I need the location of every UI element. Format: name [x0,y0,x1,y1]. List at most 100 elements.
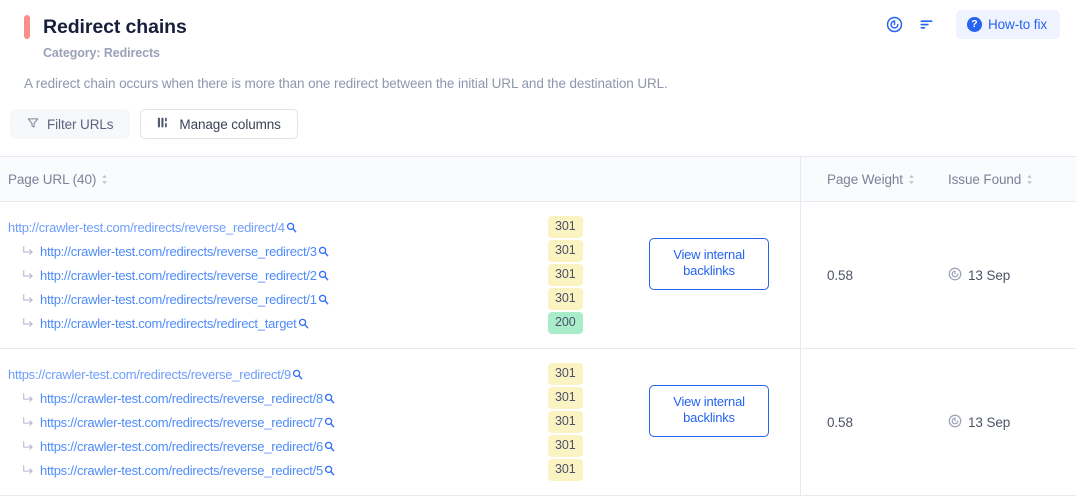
column-header-page-weight[interactable]: Page Weight [800,157,924,201]
chain-arrow-icon [22,464,34,476]
page-weight-cell: 0.58 [800,202,924,348]
status-code-list: 301 301 301 301 301 [548,362,618,482]
status-badge: 301 [548,240,583,262]
column-header-issue-found[interactable]: Issue Found [924,172,1076,187]
inspect-url-icon[interactable] [324,393,335,404]
issue-found-cell: 13 Sep [924,349,1076,495]
issue-found-date: 13 Sep [968,267,1011,283]
category-label: Category: Redirects [43,46,160,60]
page-url-link[interactable]: http://crawler-test.com/redirects/revers… [40,244,317,259]
status-badge: 301 [548,459,583,481]
status-code-cell: 301 [548,239,618,263]
inspect-url-icon[interactable] [292,369,303,380]
view-internal-backlinks-button[interactable]: View internal backlinks [649,238,769,290]
page-url-cell: https://crawler-test.com/redirects/rever… [0,349,800,495]
page-weight-cell: 0.58 [800,349,924,495]
status-code-cell: 301 [548,215,618,239]
page-header: Redirect chains Category: Redirects A re… [0,0,1076,91]
manage-columns-button[interactable]: Manage columns [140,109,298,139]
funnel-icon [27,117,39,132]
redirect-chain: https://crawler-test.com/redirects/rever… [8,362,548,482]
view-internal-backlinks-button[interactable]: View internal backlinks [649,385,769,437]
status-badge: 301 [548,216,583,238]
filter-urls-label: Filter URLs [47,116,114,132]
column-header-page-url[interactable]: Page URL (40) [0,172,800,187]
chain-arrow-icon [22,416,34,428]
page-title: Redirect chains [43,15,187,38]
page-url-link[interactable]: http://crawler-test.com/redirects/revers… [40,292,317,307]
table-row: https://crawler-test.com/redirects/rever… [0,349,1076,495]
crawl-spiral-icon[interactable] [879,11,911,39]
page-url-link[interactable]: https://crawler-test.com/redirects/rever… [40,463,323,478]
results-table: Page URL (40) Page Weight Issue Found ht… [0,156,1076,496]
redirect-chain-step: https://crawler-test.com/redirects/rever… [8,410,548,434]
page-url-link[interactable]: https://crawler-test.com/redirects/rever… [40,439,323,454]
page-url-link[interactable]: https://crawler-test.com/redirects/rever… [40,415,323,430]
sort-chevron-icon [1026,174,1033,185]
redirect-chain-step: http://crawler-test.com/redirects/revers… [8,287,548,311]
backlinks-cell: View internal backlinks [618,215,800,335]
page-url-cell: http://crawler-test.com/redirects/revers… [0,202,800,348]
header-actions: ? How-to fix [879,10,1060,39]
status-code-cell: 301 [548,386,618,410]
chain-arrow-icon [22,317,34,329]
sort-lines-icon[interactable] [911,11,943,39]
page-url-link[interactable]: http://crawler-test.com/redirects/redire… [40,316,297,331]
status-code-cell: 301 [548,458,618,482]
question-mark-icon: ? [966,17,982,32]
how-to-fix-label: How-to fix [987,17,1047,32]
inspect-url-icon[interactable] [318,294,329,305]
inspect-url-icon[interactable] [318,270,329,281]
status-badge: 301 [548,435,583,457]
redirect-chain-step: https://crawler-test.com/redirects/rever… [8,386,548,410]
page-url-link[interactable]: http://crawler-test.com/redirects/revers… [40,268,317,283]
table-toolbar: Filter URLs Manage columns [0,91,1076,139]
status-code-cell: 301 [548,434,618,458]
redirect-chain: http://crawler-test.com/redirects/revers… [8,215,548,335]
column-label-page-url: Page URL (40) [8,171,97,187]
status-badge: 301 [548,264,583,286]
issue-found-cell: 13 Sep [924,202,1076,348]
sort-chevron-icon [101,174,108,185]
inspect-url-icon[interactable] [324,417,335,428]
inspect-url-icon[interactable] [324,465,335,476]
filter-urls-button[interactable]: Filter URLs [10,109,131,139]
status-badge: 301 [548,288,583,310]
chain-arrow-icon [22,293,34,305]
redirect-chain-step: https://crawler-test.com/redirects/rever… [8,434,548,458]
status-badge: 301 [548,411,583,433]
status-code-cell: 200 [548,311,618,335]
redirect-chain-step: http://crawler-test.com/redirects/revers… [8,215,548,239]
page-url-link[interactable]: https://crawler-test.com/redirects/rever… [8,367,291,382]
table-body: http://crawler-test.com/redirects/revers… [0,202,1076,495]
status-code-cell: 301 [548,362,618,386]
inspect-url-icon[interactable] [318,246,329,257]
inspect-url-icon[interactable] [298,318,309,329]
chain-arrow-icon [22,245,34,257]
manage-columns-label: Manage columns [179,116,281,132]
status-badge: 301 [548,387,583,409]
table-header-row: Page URL (40) Page Weight Issue Found [0,157,1076,202]
chain-arrow-icon [22,269,34,281]
status-code-cell: 301 [548,410,618,434]
columns-icon [157,116,171,132]
backlinks-cell: View internal backlinks [618,362,800,482]
status-code-list: 301 301 301 301 200 [548,215,618,335]
redirect-chain-step: http://crawler-test.com/redirects/revers… [8,239,548,263]
redirect-chain-step: https://crawler-test.com/redirects/rever… [8,458,548,482]
how-to-fix-button[interactable]: ? How-to fix [955,10,1060,39]
chain-arrow-icon [22,392,34,404]
crawl-spiral-icon [948,267,962,284]
status-code-cell: 301 [548,263,618,287]
inspect-url-icon[interactable] [286,222,297,233]
inspect-url-icon[interactable] [324,441,335,452]
redirect-chain-step: http://crawler-test.com/redirects/revers… [8,263,548,287]
page-url-link[interactable]: https://crawler-test.com/redirects/rever… [40,391,323,406]
crawl-spiral-icon [948,414,962,431]
issue-found-date: 13 Sep [968,414,1011,430]
sort-chevron-icon [908,174,915,185]
status-badge: 301 [548,363,583,385]
page-description: A redirect chain occurs when there is mo… [24,76,668,91]
status-code-cell: 301 [548,287,618,311]
page-url-link[interactable]: http://crawler-test.com/redirects/revers… [8,220,285,235]
